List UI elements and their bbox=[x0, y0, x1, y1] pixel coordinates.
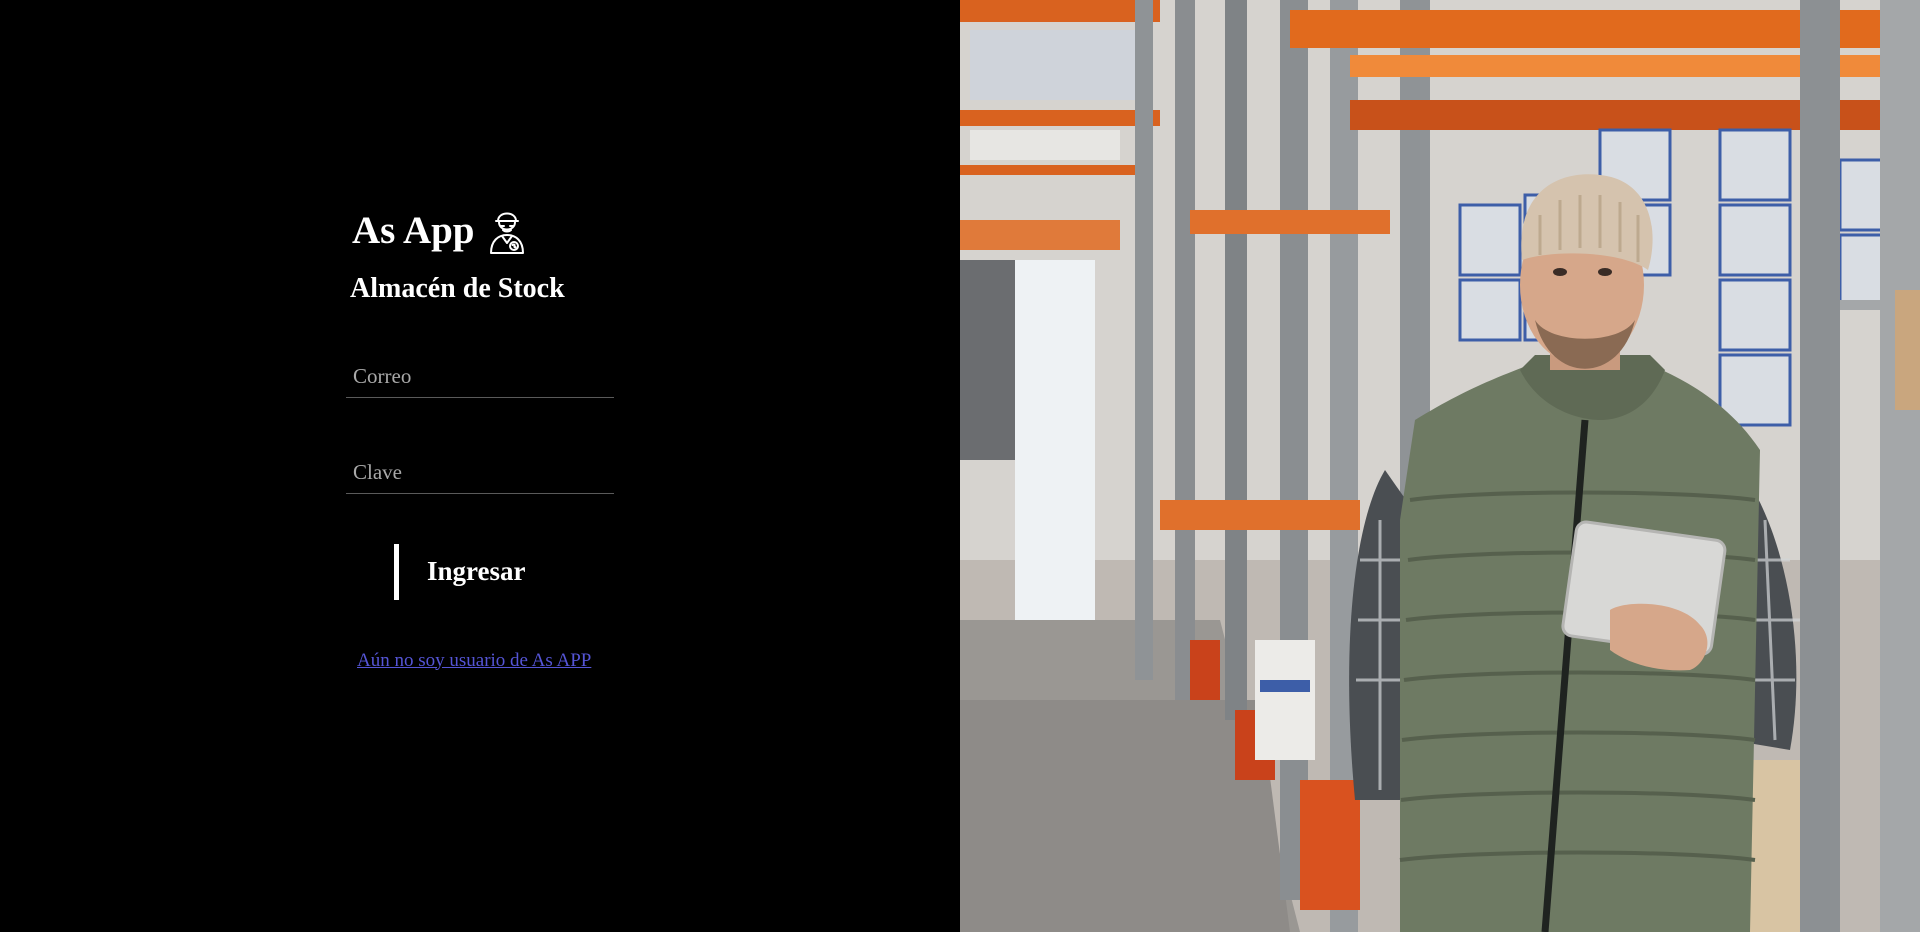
email-field[interactable] bbox=[346, 357, 614, 397]
app-title: As App bbox=[352, 208, 475, 252]
submit-row: Ingresar bbox=[394, 543, 616, 600]
app-subtitle: Almacén de Stock bbox=[350, 273, 565, 304]
password-field[interactable] bbox=[346, 453, 614, 493]
login-button[interactable]: Ingresar bbox=[394, 543, 526, 600]
warehouse-worker-photo bbox=[960, 0, 1920, 932]
worker-icon bbox=[486, 205, 528, 255]
hero-illustration bbox=[960, 0, 1920, 932]
login-page: As App Almacén de Stock Correo Ingresar … bbox=[0, 0, 1920, 932]
register-link[interactable]: Aún no soy usuario de As APP bbox=[357, 650, 616, 672]
login-form: As App Almacén de Stock Correo Ingresar … bbox=[346, 200, 616, 672]
brand-row: As App bbox=[352, 200, 616, 260]
login-panel: As App Almacén de Stock Correo Ingresar … bbox=[0, 0, 960, 932]
email-field-wrapper bbox=[346, 357, 614, 398]
password-field-wrapper bbox=[346, 453, 614, 494]
